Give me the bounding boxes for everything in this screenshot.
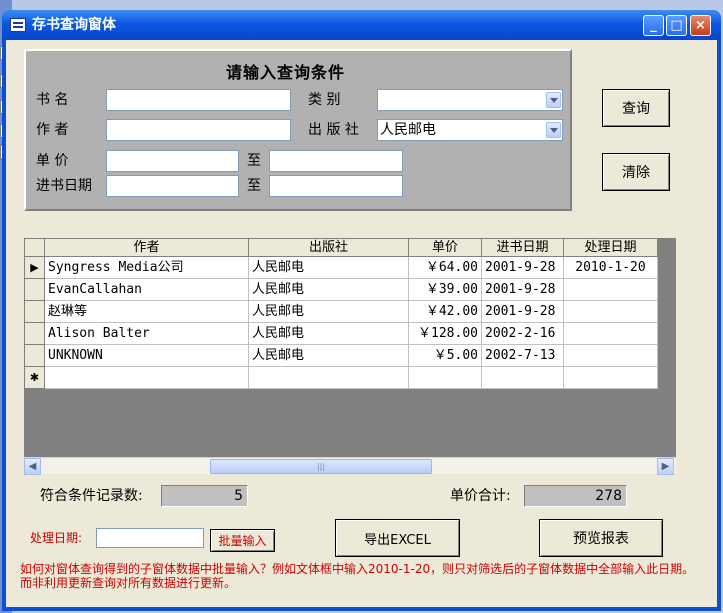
cell-publisher[interactable]: 人民邮电	[249, 323, 409, 345]
results-grid: 作者 出版社 单价 进书日期 处理日期 ▶ Syngress Media公司 人…	[24, 238, 676, 474]
grid-corner	[25, 239, 45, 257]
scroll-right-icon[interactable]: ▶	[657, 458, 674, 475]
minimize-icon: _	[650, 18, 657, 33]
price-total-value: 278	[524, 485, 627, 507]
cell-price[interactable]: ￥42.00	[409, 301, 482, 323]
new-row-cell[interactable]	[249, 367, 409, 389]
date-to-label: 至	[247, 178, 261, 194]
author-input[interactable]	[106, 119, 291, 141]
batch-date-label: 处理日期:	[30, 531, 83, 545]
cell-publisher[interactable]: 人民邮电	[249, 301, 409, 323]
cell-proc-date[interactable]	[564, 301, 658, 323]
cell-price[interactable]: ￥64.00	[409, 257, 482, 279]
row-selector[interactable]	[25, 345, 45, 367]
column-header-proc-date[interactable]: 处理日期	[564, 239, 658, 257]
query-button[interactable]: 查询	[602, 89, 670, 127]
cell-in-date[interactable]: 2001-9-28	[482, 257, 564, 279]
price-total-label: 单价合计:	[450, 488, 511, 504]
record-count-value: 5	[161, 485, 248, 507]
price-to-input[interactable]	[269, 150, 403, 172]
cell-author[interactable]: EvanCallahan	[45, 279, 249, 301]
form-icon	[10, 18, 26, 32]
preview-report-button[interactable]: 预览报表	[539, 519, 663, 557]
window-title: 存书查询窗体	[32, 17, 116, 33]
cell-publisher[interactable]: 人民邮电	[249, 345, 409, 367]
cell-in-date[interactable]: 2002-2-16	[482, 323, 564, 345]
column-header-in-date[interactable]: 进书日期	[482, 239, 564, 257]
price-label: 单 价	[36, 153, 69, 169]
cell-proc-date[interactable]	[564, 345, 658, 367]
clear-button[interactable]: 清除	[602, 153, 670, 191]
export-excel-button[interactable]: 导出EXCEL	[335, 519, 460, 557]
cell-author[interactable]: Alison Balter	[45, 323, 249, 345]
row-selector[interactable]	[25, 279, 45, 301]
book-name-input[interactable]	[106, 89, 291, 111]
category-select[interactable]	[377, 89, 563, 111]
scroll-thumb[interactable]: |||	[210, 459, 432, 474]
batch-date-input[interactable]	[96, 528, 204, 548]
category-label: 类 别	[308, 92, 341, 108]
author-label: 作 者	[36, 122, 69, 138]
chevron-down-icon[interactable]	[546, 122, 561, 138]
cell-author[interactable]: UNKNOWN	[45, 345, 249, 367]
row-selector-current[interactable]: ▶	[25, 257, 45, 279]
publisher-value: 人民邮电	[380, 122, 436, 138]
new-row-selector[interactable]: ✱	[25, 367, 45, 389]
title-bar[interactable]: 存书查询窗体 _ □ ×	[2, 10, 721, 40]
scroll-left-icon[interactable]: ◀	[24, 458, 41, 475]
cell-in-date[interactable]: 2001-9-28	[482, 301, 564, 323]
close-button[interactable]: ×	[690, 15, 711, 36]
record-count-label: 符合条件记录数:	[40, 488, 143, 504]
cell-price[interactable]: ￥5.00	[409, 345, 482, 367]
cell-author[interactable]: Syngress Media公司	[45, 257, 249, 279]
cell-proc-date[interactable]	[564, 279, 658, 301]
new-row-cell[interactable]	[482, 367, 564, 389]
column-header-price[interactable]: 单价	[409, 239, 482, 257]
book-name-label: 书 名	[36, 92, 69, 108]
column-header-publisher[interactable]: 出版社	[249, 239, 409, 257]
cell-publisher[interactable]: 人民邮电	[249, 279, 409, 301]
date-label: 进书日期	[36, 178, 92, 194]
cell-proc-date[interactable]: 2010-1-20	[564, 257, 658, 279]
help-note-line: 如何对窗体查询得到的子窗体数据中批量输入？例如文体框中输入2010-1-20，则…	[20, 562, 695, 576]
maximize-button[interactable]: □	[666, 15, 687, 36]
new-row-cell[interactable]	[564, 367, 658, 389]
query-window: 存书查询窗体 _ □ × 请输入查询条件 书 名 类 别 作 者 出 版 社 人…	[2, 10, 721, 611]
new-row-cell[interactable]	[409, 367, 482, 389]
cell-in-date[interactable]: 2002-7-13	[482, 345, 564, 367]
row-selector[interactable]	[25, 301, 45, 323]
batch-input-button[interactable]: 批量输入	[210, 529, 275, 552]
query-heading: 请输入查询条件	[226, 63, 346, 82]
cell-price[interactable]: ￥39.00	[409, 279, 482, 301]
cell-in-date[interactable]: 2001-9-28	[482, 279, 564, 301]
maximize-icon: □	[670, 18, 683, 33]
cell-proc-date[interactable]	[564, 323, 658, 345]
close-icon: ×	[695, 18, 706, 33]
form-body: 请输入查询条件 书 名 类 别 作 者 出 版 社 人民邮电 单 价 至 进书日…	[6, 40, 717, 607]
cell-publisher[interactable]: 人民邮电	[249, 257, 409, 279]
publisher-select[interactable]: 人民邮电	[377, 119, 563, 141]
help-note-line: 而非利用更新查询对所有数据进行更新。	[20, 576, 237, 590]
row-selector[interactable]	[25, 323, 45, 345]
date-from-input[interactable]	[106, 175, 239, 197]
horizontal-scrollbar[interactable]: ◀ ||| ▶	[24, 457, 676, 475]
new-row-cell[interactable]	[45, 367, 249, 389]
help-note: 如何对窗体查询得到的子窗体数据中批量输入？例如文体框中输入2010-1-20，则…	[20, 562, 710, 590]
publisher-label: 出 版 社	[308, 122, 359, 138]
cell-price[interactable]: ￥128.00	[409, 323, 482, 345]
price-to-label: 至	[247, 153, 261, 169]
price-from-input[interactable]	[106, 150, 239, 172]
cell-author[interactable]: 赵琳等	[45, 301, 249, 323]
minimize-button[interactable]: _	[643, 15, 664, 36]
query-panel: 请输入查询条件 书 名 类 别 作 者 出 版 社 人民邮电 单 价 至 进书日…	[24, 49, 572, 211]
column-header-author[interactable]: 作者	[45, 239, 249, 257]
chevron-down-icon[interactable]	[546, 92, 561, 108]
date-to-input[interactable]	[269, 175, 403, 197]
